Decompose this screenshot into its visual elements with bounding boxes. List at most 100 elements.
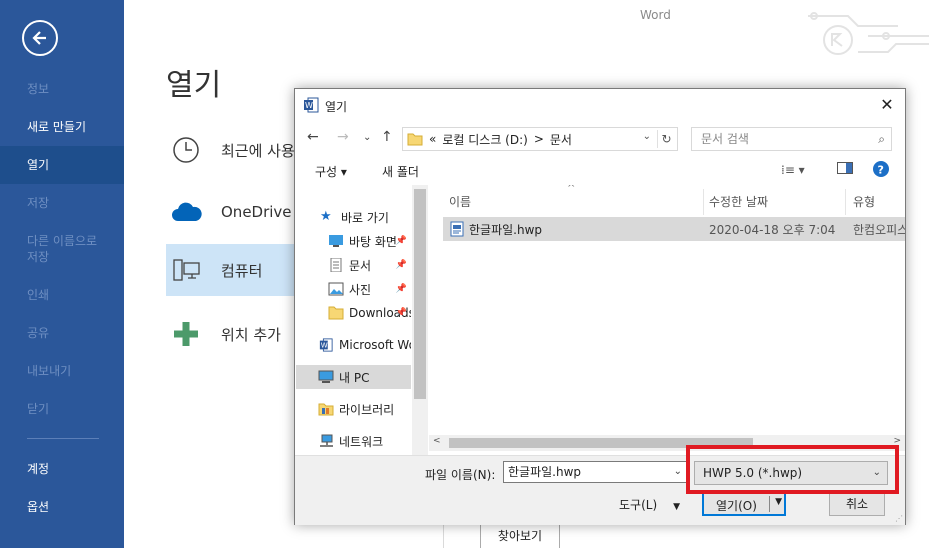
svg-text:W: W xyxy=(305,101,313,110)
nav-quick-access[interactable]: ★ 바로 가기 xyxy=(296,205,411,229)
column-header-name[interactable]: 이름 xyxy=(449,193,471,210)
nav-microsoft-word[interactable]: W Microsoft Word xyxy=(296,333,411,357)
dialog-title: 열기 xyxy=(325,100,348,114)
view-options-icon[interactable]: ⁞≡ ▾ xyxy=(781,163,805,177)
back-arrow-icon[interactable] xyxy=(22,20,58,56)
folder-icon xyxy=(407,133,423,146)
place-label: 최근에 사용 xyxy=(221,141,295,160)
sort-ascending-icon: ^ xyxy=(567,185,576,194)
nav-pictures[interactable]: 사진 📌 xyxy=(296,277,411,301)
nav-desktop[interactable]: 바탕 화면 📌 xyxy=(296,229,411,253)
file-row[interactable]: 한글파일.hwp 2020-04-18 오후 7:04 한컴오피스 xyxy=(443,217,905,241)
column-separator[interactable] xyxy=(703,189,704,215)
chevron-down-icon[interactable]: ⌄ xyxy=(674,462,682,482)
pin-icon[interactable]: 📌 xyxy=(396,260,407,270)
nav-options[interactable]: 옵션 xyxy=(0,499,124,515)
clock-icon xyxy=(166,130,206,170)
column-header-type[interactable]: 유형 xyxy=(853,193,875,210)
network-icon xyxy=(320,434,333,447)
pin-icon[interactable]: 📌 xyxy=(396,236,407,246)
nav-account[interactable]: 계정 xyxy=(0,461,124,477)
navigation-scrollbar[interactable] xyxy=(412,185,428,455)
preview-pane-icon[interactable] xyxy=(837,162,853,177)
nav-label: 내 PC xyxy=(339,370,370,385)
nav-save-as[interactable]: 다른 이름으로 저장 xyxy=(0,233,110,265)
nav-divider xyxy=(27,438,99,439)
app-title: Word xyxy=(640,8,671,22)
nav-open[interactable]: 열기 xyxy=(0,146,124,184)
dialog-titlebar[interactable]: W 열기 ✕ xyxy=(295,89,905,121)
address-bar[interactable]: « 로컬 디스크 (D:) > 문서 ⌄ ↻ xyxy=(402,127,678,151)
navigation-bar: ← → ⌄ ↑ « 로컬 디스크 (D:) > 문서 ⌄ ↻ 문서 검색 ⌕ xyxy=(295,125,905,153)
column-separator[interactable] xyxy=(845,189,846,215)
address-segment-docs[interactable]: 문서 xyxy=(550,131,572,148)
filename-value: 한글파일.hwp xyxy=(508,465,582,479)
nav-label: 사진 xyxy=(349,282,372,297)
file-name: 한글파일.hwp xyxy=(469,223,543,237)
place-label: OneDrive - xyxy=(221,203,302,221)
cancel-button[interactable]: 취소 xyxy=(829,492,885,516)
refresh-icon[interactable]: ↻ xyxy=(657,130,675,148)
file-list: ^ 이름 수정한 날짜 유형 한글파일.hwp 2020-04-18 오후 7:… xyxy=(429,185,905,455)
up-icon[interactable]: ↑ xyxy=(381,129,393,145)
close-icon[interactable]: ✕ xyxy=(877,95,897,115)
scrollbar-thumb[interactable] xyxy=(414,189,426,399)
pin-icon[interactable]: 📌 xyxy=(396,308,407,318)
divider xyxy=(443,522,444,548)
filename-input[interactable]: 한글파일.hwp ⌄ xyxy=(503,461,687,483)
pin-icon[interactable]: 📌 xyxy=(396,284,407,294)
desktop-folder-icon xyxy=(329,235,343,247)
nav-save[interactable]: 저장 xyxy=(0,195,124,211)
svg-text:?: ? xyxy=(878,164,884,177)
nav-label: 라이브러리 xyxy=(339,402,395,417)
nav-label: 바로 가기 xyxy=(341,210,389,225)
organize-button[interactable]: 구성 ▾ xyxy=(315,163,347,180)
navigation-pane: ★ 바로 가기 바탕 화면 📌 문서 📌 사진 📌 Downloads 📌 W … xyxy=(296,185,428,455)
address-segment-drive[interactable]: 로컬 디스크 (D:) xyxy=(442,131,527,148)
chevron-down-icon[interactable]: ⌄ xyxy=(643,131,651,142)
new-folder-button[interactable]: 새 폴더 xyxy=(382,163,419,180)
nav-network[interactable]: 네트워크 xyxy=(296,429,411,453)
address-prefix: « xyxy=(429,132,437,146)
dropdown-arrow-icon[interactable]: ▼ xyxy=(775,497,782,507)
nav-info[interactable]: 정보 xyxy=(0,81,124,97)
nav-documents[interactable]: 문서 📌 xyxy=(296,253,411,277)
forward-icon[interactable]: → xyxy=(337,129,349,145)
nav-label: 네트워크 xyxy=(339,434,384,449)
nav-new[interactable]: 새로 만들기 xyxy=(0,119,124,135)
nav-label: 바탕 화면 xyxy=(349,234,397,249)
search-input[interactable]: 문서 검색 ⌕ xyxy=(691,127,892,151)
dropdown-arrow-icon: ▼ xyxy=(673,502,681,512)
recent-locations-icon[interactable]: ⌄ xyxy=(363,132,371,143)
nav-label: Microsoft Word xyxy=(339,338,411,352)
backstage-sidebar: 정보 새로 만들기 열기 저장 다른 이름으로 저장 인쇄 공유 내보내기 닫기… xyxy=(0,0,124,548)
open-label: 열기(O) xyxy=(716,499,757,513)
word-icon: W xyxy=(304,97,319,113)
pc-icon xyxy=(318,370,334,383)
filename-label: 파일 이름(N): xyxy=(425,468,496,482)
open-button[interactable]: 열기(O) ▼ xyxy=(702,492,786,516)
column-header-date[interactable]: 수정한 날짜 xyxy=(709,193,768,210)
file-type: 한컴오피스 xyxy=(853,223,905,237)
place-label: 위치 추가 xyxy=(221,325,281,344)
split-divider xyxy=(769,496,770,512)
nav-print[interactable]: 인쇄 xyxy=(0,287,124,303)
page-title: 열기 xyxy=(166,68,222,103)
nav-export[interactable]: 내보내기 xyxy=(0,363,124,379)
nav-share[interactable]: 공유 xyxy=(0,325,124,341)
resize-grip-icon[interactable]: ⋰ xyxy=(895,514,903,523)
address-separator[interactable]: > xyxy=(534,132,544,146)
folder-icon xyxy=(328,306,344,320)
nav-libraries[interactable]: 라이브러리 xyxy=(296,397,411,421)
nav-downloads[interactable]: Downloads 📌 xyxy=(296,301,411,325)
back-icon[interactable]: ← xyxy=(307,129,319,145)
dialog-toolbar: 구성 ▾ 새 폴더 ⁞≡ ▾ ? xyxy=(295,159,905,183)
nav-this-pc[interactable]: 내 PC xyxy=(296,365,411,389)
help-icon[interactable]: ? xyxy=(873,161,889,180)
scroll-left-icon[interactable]: < xyxy=(433,436,441,446)
decorative-circuit-icon xyxy=(808,12,929,55)
tools-button[interactable]: 도구(L) ▼ xyxy=(619,496,680,513)
svg-text:W: W xyxy=(321,342,328,350)
nav-close[interactable]: 닫기 xyxy=(0,401,124,417)
computer-icon xyxy=(166,250,206,290)
